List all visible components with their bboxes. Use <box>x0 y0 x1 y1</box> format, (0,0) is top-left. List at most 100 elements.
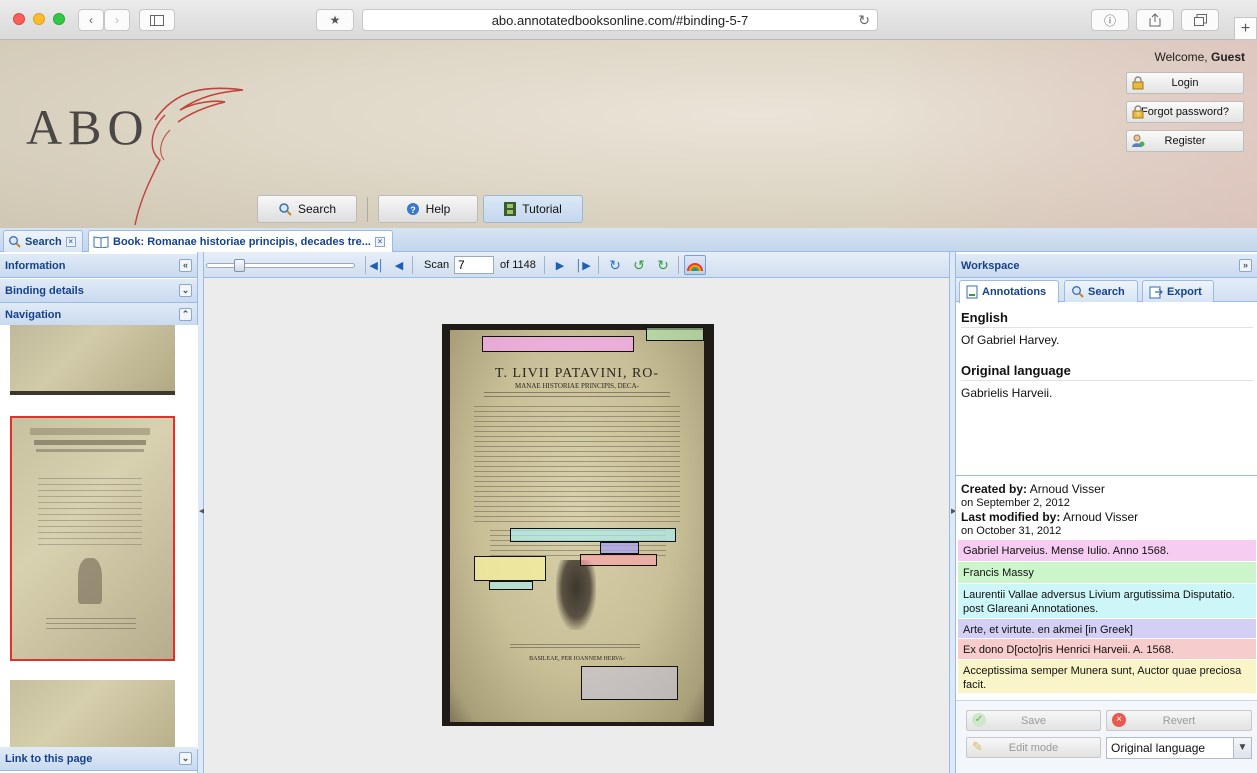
expand-down-icon[interactable]: ⌄ <box>179 284 192 297</box>
chevron-left-icon: ‹ <box>89 13 93 27</box>
collapse-right-icon[interactable]: » <box>1239 259 1252 272</box>
close-window-icon[interactable] <box>13 13 25 25</box>
page-thumbnail[interactable] <box>10 680 175 749</box>
new-tab-button[interactable]: + <box>1234 17 1257 40</box>
forward-button[interactable]: › <box>104 9 130 31</box>
share-icon <box>1149 13 1161 27</box>
annotation-highlight-red[interactable] <box>580 554 657 566</box>
back-button[interactable]: ‹ <box>78 9 104 31</box>
tab-export[interactable]: Export <box>1142 280 1214 302</box>
annotation-text: Laurentii Vallae adversus Livium argutis… <box>963 589 1235 615</box>
thumbnail-text-line <box>34 440 146 445</box>
left-panel: Information « Binding details ⌄ Navigati… <box>0 252 198 773</box>
login-button[interactable]: Login <box>1126 72 1244 94</box>
scan-label: Scan <box>424 259 450 271</box>
expand-down-icon[interactable]: ⌄ <box>179 752 192 765</box>
edit-mode-button[interactable]: ✎ Edit mode <box>966 737 1101 758</box>
modified-by-label: Last modified by: <box>961 510 1061 524</box>
tutorial-nav-button[interactable]: Tutorial <box>483 195 583 223</box>
annotation-highlight-yellow[interactable] <box>474 556 546 581</box>
annotation-text: Gabriel Harveius. Mense Iulio. Anno 1568… <box>963 545 1170 557</box>
close-tab-icon[interactable]: × <box>65 236 76 247</box>
annotation-highlight-lavender[interactable] <box>581 666 678 700</box>
search-nav-label: Search <box>297 202 337 216</box>
rotate-right-icon[interactable]: ↻ <box>656 257 670 273</box>
tab-search[interactable]: Search × <box>3 230 83 252</box>
annotation-text: Acceptissima semper Munera sunt, Auctor … <box>963 665 1242 691</box>
thumbnail-list[interactable] <box>0 325 198 749</box>
annotation-highlight-pink[interactable] <box>482 336 634 352</box>
login-label: Login <box>1171 77 1199 89</box>
annotation-item[interactable]: Arte, et virtute. en akmei [in Greek] <box>958 619 1256 639</box>
page-paper: T. LIVII PATAVINI, RO- MANAE HISTORIAE P… <box>450 330 704 722</box>
scan-number-input[interactable] <box>454 256 494 274</box>
reload-icon[interactable]: ↻ <box>858 12 870 29</box>
register-button[interactable]: Register <box>1126 130 1244 152</box>
thumbnail-text-block <box>46 618 136 632</box>
save-button[interactable]: ✓ Save <box>966 710 1101 731</box>
register-label: Register <box>1164 135 1206 147</box>
search-icon <box>279 203 292 216</box>
annotation-highlight-cyan[interactable] <box>489 581 533 590</box>
workspace-header: Workspace » <box>956 254 1257 278</box>
user-add-icon <box>1132 134 1145 147</box>
annotation-item[interactable]: Acceptissima semper Munera sunt, Auctor … <box>958 660 1256 694</box>
tutorial-nav-label: Tutorial <box>522 202 562 216</box>
toolbar-separator <box>365 256 366 274</box>
page-thumbnail[interactable] <box>10 325 175 395</box>
annotation-item[interactable]: Gabriel Harveius. Mense Iulio. Anno 1568… <box>958 540 1256 562</box>
rotate-left-icon[interactable]: ↺ <box>632 257 646 273</box>
collapse-left-icon[interactable]: « <box>179 259 192 272</box>
collapse-up-icon[interactable]: ⌃ <box>179 308 192 321</box>
revert-button[interactable]: × Revert <box>1106 710 1252 731</box>
tab-workspace-search[interactable]: Search <box>1064 280 1138 302</box>
annotation-list: Gabriel Harveius. Mense Iulio. Anno 1568… <box>956 540 1257 694</box>
address-bar[interactable]: abo.annotatedbooksonline.com/#binding-5-… <box>362 9 878 31</box>
tabs-overview-button[interactable] <box>1181 9 1219 31</box>
scanned-page[interactable]: T. LIVII PATAVINI, RO- MANAE HISTORIAE P… <box>442 324 714 726</box>
information-panel-header[interactable]: Information « <box>0 254 197 278</box>
url-text: abo.annotatedbooksonline.com/#binding-5-… <box>491 12 749 28</box>
page-text-block <box>474 406 680 526</box>
revert-label: Revert <box>1162 714 1196 727</box>
share-button[interactable] <box>1136 9 1174 31</box>
page-thumbnail-selected[interactable] <box>10 416 175 661</box>
maximize-window-icon[interactable] <box>53 13 65 25</box>
toolbar-separator <box>678 256 679 274</box>
annotation-item[interactable]: Ex dono D[octo]ris Henrici Harveii. A. 1… <box>958 639 1256 660</box>
page-viewer[interactable]: T. LIVII PATAVINI, RO- MANAE HISTORIAE P… <box>204 278 949 773</box>
info-button[interactable]: ⓘ <box>1091 9 1129 31</box>
lock-icon <box>1132 76 1144 90</box>
bookmarks-button[interactable]: ★ <box>316 9 354 31</box>
forgot-password-button[interactable]: ? Forgot password? <box>1126 101 1244 123</box>
zoom-slider[interactable] <box>206 259 355 272</box>
section-divider <box>956 475 1257 476</box>
last-page-icon[interactable]: │▶ <box>575 258 590 272</box>
lock-question-icon: ? <box>1132 105 1144 119</box>
next-page-icon[interactable]: ▶ <box>553 258 567 272</box>
navigation-header[interactable]: Navigation ⌃ <box>0 303 197 327</box>
first-page-icon[interactable]: ◀│ <box>369 258 384 272</box>
toggle-annotations-button[interactable] <box>684 255 706 275</box>
link-to-page-header[interactable]: Link to this page ⌄ <box>0 747 197 771</box>
annotation-item[interactable]: Laurentii Vallae adversus Livium argutis… <box>958 584 1256 619</box>
annotation-item[interactable]: Francis Massy <box>958 562 1256 584</box>
binding-details-header[interactable]: Binding details ⌄ <box>0 279 197 303</box>
refresh-icon[interactable]: ↻ <box>608 257 622 273</box>
previous-page-icon[interactable]: ◀ <box>392 258 406 272</box>
sidebar-toggle-button[interactable] <box>139 9 175 31</box>
tab-search-label: Search <box>25 235 62 248</box>
chevron-down-icon[interactable]: ▼ <box>1233 738 1251 758</box>
close-tab-icon[interactable]: × <box>374 236 385 247</box>
language-select[interactable]: Original language ▼ <box>1106 737 1252 759</box>
help-nav-label: Help <box>425 202 451 216</box>
zoom-slider-thumb[interactable] <box>234 259 245 272</box>
minimize-window-icon[interactable] <box>33 13 45 25</box>
annotation-highlight-green[interactable] <box>646 327 704 341</box>
search-nav-button[interactable]: Search <box>257 195 357 223</box>
annotation-highlight-cyan[interactable] <box>510 528 676 542</box>
tab-annotations[interactable]: Annotations <box>959 280 1059 303</box>
annotation-highlight-purple[interactable] <box>600 542 639 554</box>
search-icon <box>9 236 21 248</box>
help-nav-button[interactable]: ? Help <box>378 195 478 223</box>
